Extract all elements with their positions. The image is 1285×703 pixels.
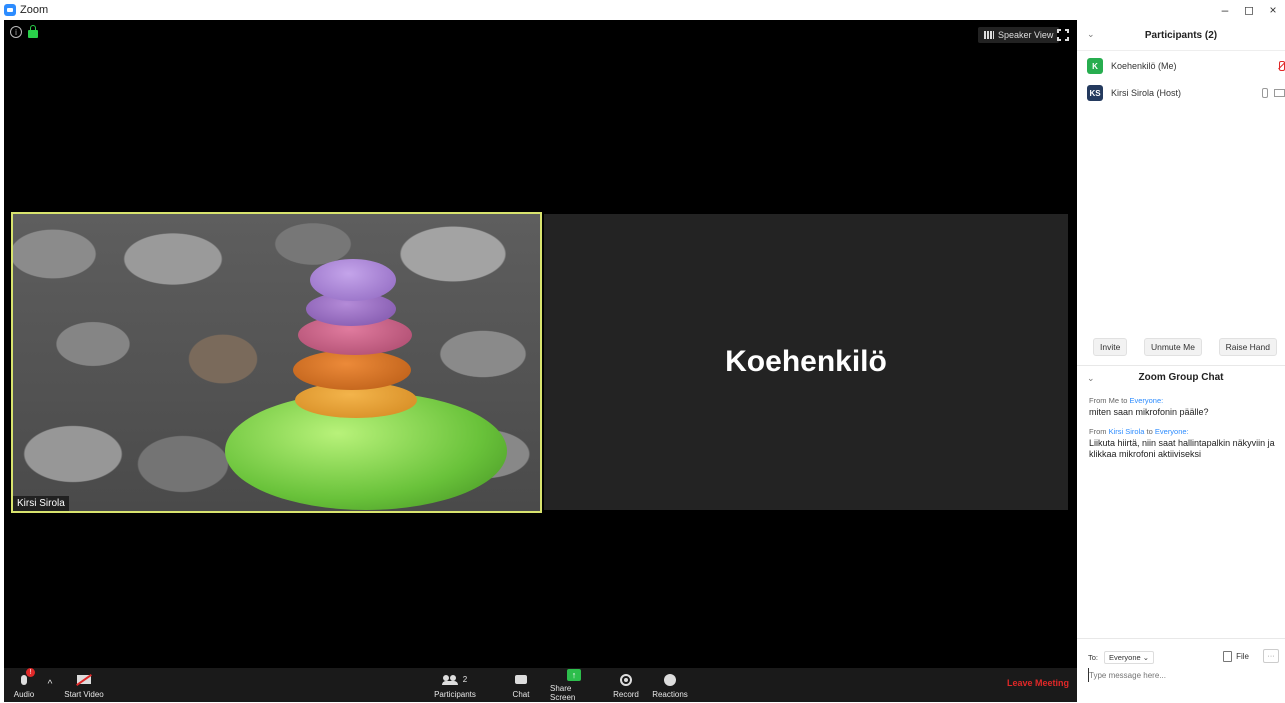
app-title: Zoom — [4, 4, 48, 16]
info-icon[interactable]: i — [10, 26, 22, 38]
zoom-logo-icon — [4, 4, 16, 16]
start-video-label: Start Video — [64, 689, 104, 699]
chat-button[interactable]: Chat — [509, 668, 533, 702]
meeting-view: i Speaker View Kirsi Sirola Koehenkilö — [4, 20, 1077, 668]
window-title: Zoom — [20, 4, 49, 16]
audio-warning-badge: ! — [26, 667, 35, 677]
chat-composer: To: Everyone ⌄ File ··· — [1077, 638, 1285, 703]
message-input[interactable] — [1088, 668, 1269, 682]
message-meta: From Kirsi Sirola to Everyone: — [1089, 427, 1189, 436]
speaker-view-label: Speaker View — [998, 30, 1054, 40]
participants-count: 2 — [462, 675, 468, 684]
video-tile-self[interactable]: Koehenkilö — [544, 214, 1068, 510]
close-button[interactable]: × — [1261, 0, 1285, 20]
message-meta: From Me to Everyone: — [1089, 396, 1164, 405]
unmute-me-button[interactable]: Unmute Me — [1143, 338, 1202, 356]
participant-row[interactable]: K Koehenkilö (Me) — [1087, 56, 1285, 76]
minimize-button[interactable]: – — [1213, 0, 1237, 20]
message-text: Liikuta hiirtä, niin saat hallintapalkin… — [1089, 438, 1275, 459]
video-icon — [1274, 89, 1285, 97]
record-label: Record — [613, 689, 639, 699]
tile-name-label: Kirsi Sirola — [13, 496, 69, 511]
meeting-status: i — [10, 24, 38, 38]
chat-title: Zoom Group Chat — [1138, 372, 1224, 383]
sender-link[interactable]: Kirsi Sirola — [1109, 427, 1145, 436]
participants-title: Participants (2) — [1144, 30, 1218, 41]
video-tile-active-speaker[interactable]: Kirsi Sirola — [11, 212, 542, 513]
stone-lilac — [310, 259, 396, 301]
recipient-select[interactable]: Everyone ⌄ — [1104, 651, 1155, 664]
audio-label: Audio — [13, 689, 35, 699]
participants-header: ⌄ Participants (2) — [1077, 20, 1285, 51]
avatar: KS — [1087, 85, 1103, 101]
recipient-link[interactable]: Everyone: — [1129, 396, 1163, 405]
reactions-label: Reactions — [652, 689, 688, 699]
message-text: miten saan mikrofonin päälle? — [1089, 407, 1209, 417]
file-label: File — [1236, 652, 1249, 661]
chat-message: From Kirsi Sirola to Everyone: Liikuta h… — [1089, 426, 1279, 460]
microphone-icon — [1262, 88, 1268, 98]
stone-orange — [293, 350, 411, 390]
start-video-button[interactable]: Start Video — [62, 668, 106, 702]
invite-button[interactable]: Invite — [1093, 338, 1128, 356]
participant-name: Kirsi Sirola (Host) — [1111, 88, 1182, 98]
video-off-icon — [77, 675, 91, 684]
share-screen-icon: ↑ — [567, 669, 581, 681]
raise-hand-button[interactable]: Raise Hand — [1218, 338, 1277, 356]
window-controls: – ◻ × — [1213, 0, 1285, 20]
chevron-up-icon: ^ — [47, 678, 53, 690]
side-panel: ⌄ Participants (2) K Koehenkilö (Me) KS … — [1077, 20, 1285, 702]
to-label: To: — [1088, 653, 1099, 662]
chat-header: ⌄ Zoom Group Chat — [1077, 365, 1285, 388]
leave-meeting-button[interactable]: Leave Meeting — [1007, 678, 1069, 688]
recipient-row: To: Everyone ⌄ — [1088, 651, 1155, 664]
recipient-link[interactable]: Everyone: — [1155, 427, 1189, 436]
reactions-button[interactable]: Reactions — [652, 668, 688, 702]
share-screen-button[interactable]: ↑ Share Screen — [550, 668, 598, 702]
chat-label: Chat — [512, 689, 530, 699]
participant-status — [1262, 88, 1285, 98]
record-icon — [620, 673, 632, 686]
fullscreen-icon[interactable] — [1057, 29, 1069, 41]
title-bar: Zoom – ◻ × — [0, 0, 1285, 20]
lock-icon[interactable] — [28, 24, 38, 38]
self-name: Koehenkilö — [725, 345, 887, 378]
more-options-button[interactable]: ··· — [1263, 649, 1279, 663]
file-icon — [1223, 651, 1233, 662]
microphone-icon — [21, 674, 27, 685]
muted-mic-icon — [1279, 61, 1285, 71]
chat-icon — [515, 675, 527, 684]
audio-options-button[interactable]: ^ — [44, 668, 56, 702]
participant-status — [1279, 61, 1285, 71]
participant-actions: Invite Unmute Me Raise Hand — [1093, 338, 1285, 356]
maximize-button[interactable]: ◻ — [1237, 0, 1261, 20]
grid-icon — [984, 31, 994, 39]
avatar: K — [1087, 58, 1103, 74]
participant-name: Koehenkilö (Me) — [1111, 61, 1177, 71]
participant-row[interactable]: KS Kirsi Sirola (Host) — [1087, 83, 1285, 103]
participants-button[interactable]: 2 Participants — [432, 668, 478, 702]
meeting-toolbar: ! Audio ^ Start Video 2 Participants Cha… — [4, 667, 1077, 702]
participants-icon — [441, 674, 459, 685]
chat-message: From Me to Everyone: miten saan mikrofon… — [1089, 395, 1279, 418]
file-button[interactable]: File — [1223, 651, 1249, 662]
audio-button[interactable]: ! Audio — [10, 667, 38, 702]
share-screen-label: Share Screen — [550, 684, 576, 702]
participants-label: Participants — [434, 689, 476, 699]
record-button[interactable]: Record — [611, 668, 641, 702]
speaker-view-button[interactable]: Speaker View — [978, 27, 1060, 43]
reactions-icon — [664, 673, 676, 686]
